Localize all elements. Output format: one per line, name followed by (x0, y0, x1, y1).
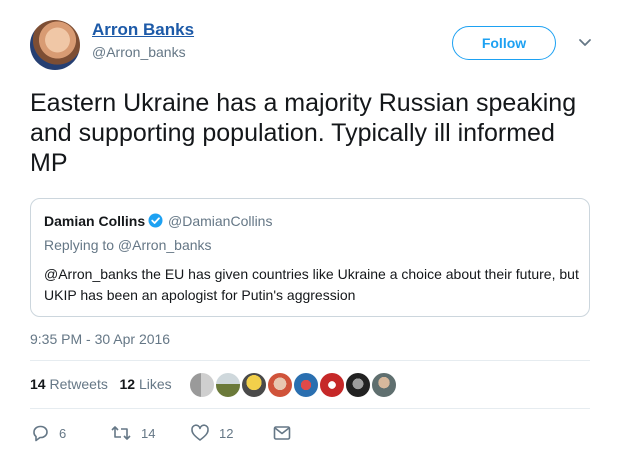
retweets-stat[interactable]: 14 Retweets (30, 376, 108, 392)
retweets-label: Retweets (49, 376, 108, 392)
tweet-header: Arron Banks @Arron_banks Follow (30, 18, 605, 74)
like-icon (191, 424, 209, 441)
quoted-author-name: Damian Collins (44, 213, 146, 229)
tweet-actions: 6 14 12 (30, 421, 370, 445)
retweeter-avatar[interactable] (267, 372, 293, 398)
reply-icon (33, 425, 48, 442)
retweets-count: 14 (30, 376, 46, 392)
direct-message-button[interactable] (272, 421, 292, 445)
quoted-replying-to: Replying to @Arron_banks (44, 237, 212, 253)
reply-button[interactable]: 6 (30, 421, 66, 445)
likes-count: 12 (119, 376, 136, 392)
retweeter-avatar[interactable] (293, 372, 319, 398)
verified-badge-icon (148, 213, 163, 228)
chevron-down-icon[interactable] (576, 33, 594, 51)
divider (30, 360, 590, 361)
author-handle[interactable]: @Arron_banks (92, 44, 186, 60)
author-avatar[interactable] (30, 20, 80, 70)
message-icon (273, 426, 291, 440)
tweet-text: Eastern Ukraine has a majority Russian s… (30, 89, 577, 177)
likes-stat[interactable]: 12 Likes (120, 376, 172, 392)
retweeter-avatar[interactable] (345, 372, 371, 398)
reply-count: 6 (59, 425, 67, 441)
follow-button[interactable]: Follow (452, 26, 556, 60)
like-button[interactable]: 12 (190, 421, 233, 445)
retweet-count: 14 (141, 425, 156, 441)
quoted-tweet-text: @Arron_banks the EU has given countries … (44, 266, 579, 303)
tweet-timestamp[interactable]: 9:35 PM - 30 Apr 2016 (30, 331, 170, 347)
divider (30, 408, 590, 409)
retweeter-avatars (189, 372, 399, 398)
retweet-icon (111, 426, 131, 440)
likes-label: Likes (138, 376, 172, 392)
author-name[interactable]: Arron Banks (92, 20, 194, 40)
like-count: 12 (219, 425, 234, 441)
retweeter-avatar[interactable] (371, 372, 397, 398)
quoted-author-handle: @DamianCollins (168, 213, 273, 229)
tweet-stats: 14 Retweets 12 Likes (30, 376, 172, 392)
retweet-button[interactable]: 14 (110, 421, 155, 445)
quoted-tweet[interactable]: Damian Collins @DamianCollins Replying t… (30, 198, 590, 317)
retweeter-avatar[interactable] (319, 372, 345, 398)
retweeter-avatar[interactable] (189, 372, 215, 398)
retweeter-avatar[interactable] (215, 372, 241, 398)
retweeter-avatar[interactable] (241, 372, 267, 398)
